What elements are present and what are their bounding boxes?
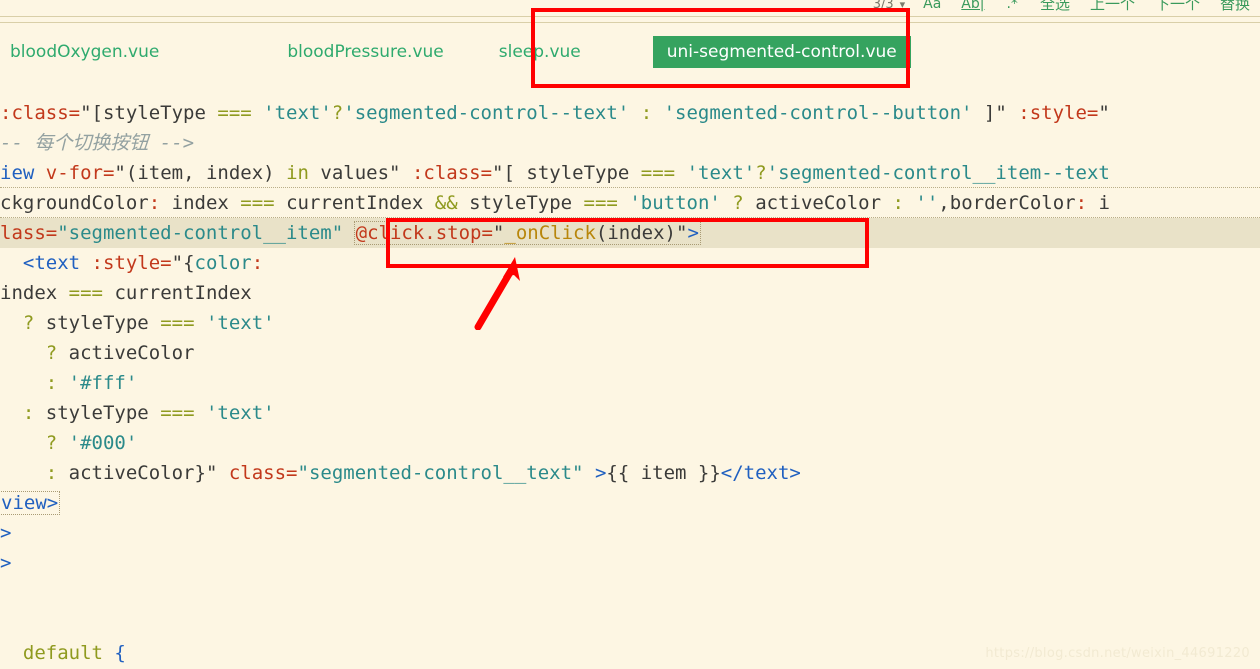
replace-button[interactable]: 替换 [1210,0,1260,14]
code-line[interactable]: ? activeColor [0,338,1260,368]
tab-bar-divider-top [0,16,1260,17]
tab-bloodpressure[interactable]: bloodPressure.vue [287,38,443,66]
find-next-button[interactable]: 下一个 [1145,0,1210,14]
code-editor[interactable]: :class="[styleType === 'text'?'segmented… [0,98,1260,669]
editor-window: 3/3 ▾ Aa Ab| .* 全选 上一个 下一个 替换 bloodOxyge… [0,0,1260,669]
match-word-toggle[interactable]: Ab| [951,0,994,12]
tab-bloodoxygen[interactable]: bloodOxygen.vue [10,38,159,66]
regex-toggle[interactable]: .* [994,0,1029,12]
code-line[interactable]: ckgroundColor: index === currentIndex &&… [0,188,1260,218]
code-line-blank[interactable] [0,578,1260,608]
code-line-comment[interactable]: -- 每个切换按钮 --> [0,128,1260,158]
tab-bar: bloodOxygen.vue bloodPressure.vue sleep.… [0,16,1260,98]
code-line[interactable]: : styleType === 'text' [0,398,1260,428]
chevron-down-icon[interactable]: ▾ [898,0,914,11]
code-line[interactable]: ? '#000' [0,428,1260,458]
code-line[interactable]: > [0,548,1260,578]
tab-uni-segmented-control[interactable]: uni-segmented-control.vue [652,36,911,68]
watermark: https://blog.csdn.net/weixin_44691220 [985,646,1250,661]
code-line[interactable]: ? styleType === 'text' [0,308,1260,338]
find-match-count: 3/3 [872,0,894,12]
code-line[interactable]: :class="[styleType === 'text'?'segmented… [0,98,1260,128]
code-line-current[interactable]: lass="segmented-control__item" @click.st… [0,218,1260,248]
tab-bar-divider-bottom [0,22,1260,23]
code-line[interactable]: : activeColor}" class="segmented-control… [0,458,1260,488]
code-line-blank[interactable] [0,608,1260,638]
code-line[interactable]: index === currentIndex [0,278,1260,308]
code-line[interactable]: view> [0,488,1260,518]
match-case-toggle[interactable]: Aa [913,0,951,12]
find-replace-toolbar: 3/3 ▾ Aa Ab| .* 全选 上一个 下一个 替换 [0,0,1260,16]
select-all-button[interactable]: 全选 [1030,0,1080,14]
code-line[interactable]: iew v-for="(item, index) in values" :cla… [0,158,1260,188]
tab-sleep[interactable]: sleep.vue [499,38,581,66]
code-line[interactable]: > [0,518,1260,548]
find-previous-button[interactable]: 上一个 [1080,0,1145,14]
code-line[interactable]: : '#fff' [0,368,1260,398]
code-line[interactable]: <text :style="{color: [0,248,1260,278]
